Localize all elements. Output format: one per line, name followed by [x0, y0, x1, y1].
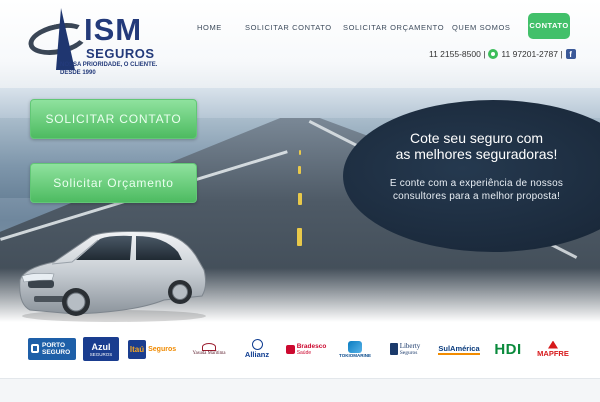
hero-banner: SOLICITAR CONTATO Solicitar Orçamento Co… — [0, 88, 600, 328]
phone-landline[interactable]: 11 2155-8500 | — [429, 49, 485, 59]
promo-subtext-line1: E conte com a experiência de nossos — [389, 178, 564, 189]
partner-yasuda-line1: Yasuda Marítima — [192, 350, 226, 356]
promo-headline-line2: as melhores seguradoras! — [395, 146, 558, 162]
bradesco-icon — [285, 344, 295, 354]
whatsapp-icon[interactable] — [488, 49, 499, 59]
partner-bradesco-line2: Saúde — [296, 349, 312, 356]
lane-marking — [297, 228, 302, 246]
partners-strip: PORTO SEGURO Azul SEGUROS Itaú Seguros Y… — [0, 328, 600, 378]
partner-liberty-line1: Liberty — [399, 342, 421, 350]
partner-porto-seguro[interactable]: PORTO SEGURO — [28, 337, 76, 361]
partner-bradesco-line1: Bradesco — [296, 342, 327, 350]
partner-allianz-line1: Allianz — [244, 350, 270, 359]
nav-home[interactable]: HOME — [197, 18, 222, 38]
partner-hdi[interactable]: HDI — [491, 337, 525, 361]
porto-seguro-badge: PORTO SEGURO — [28, 338, 76, 360]
partner-itau-line1: Itaú — [127, 339, 147, 359]
promo-subtext: E conte com a experiência de nossos cons… — [343, 177, 600, 203]
site-header: ISM SEGUROS NOSSA PRIORIDADE, O CLIENTE.… — [0, 0, 600, 88]
partner-porto-line1: PORTO — [42, 342, 65, 349]
ism-logo[interactable]: ISM SEGUROS NOSSA PRIORIDADE, O CLIENTE.… — [25, 4, 178, 84]
mapfre-icon — [548, 340, 558, 349]
azul-badge: Azul SEGUROS — [83, 337, 119, 361]
partner-azul-line1: Azul — [91, 341, 111, 352]
lane-marking — [298, 166, 301, 174]
partner-itau-seguros[interactable]: Itaú Seguros — [127, 337, 177, 361]
partner-yasuda-maritima[interactable]: Yasuda Marítima — [188, 337, 230, 361]
phone-whatsapp[interactable]: 11 97201-2787 | — [501, 49, 562, 59]
allianz-icon — [251, 339, 263, 350]
partner-porto-line2: SEGURO — [42, 349, 71, 356]
logo-since: DESDE 1990 — [60, 70, 96, 76]
promo-headline-line1: Cote seu seguro com — [409, 130, 544, 146]
partner-hdi-line1: HDI — [494, 340, 522, 358]
car-image — [19, 231, 207, 322]
lane-marking — [298, 193, 302, 205]
promo-headline: Cote seu seguro com as melhores segurado… — [343, 130, 600, 162]
logo-sub: SEGUROS — [86, 46, 155, 61]
partner-itau-line2: Seguros — [148, 345, 177, 353]
partner-allianz[interactable]: Allianz — [240, 337, 274, 361]
lane-marking — [299, 150, 301, 155]
partner-tokio-marine[interactable]: TOKIOMARINE — [336, 337, 374, 361]
partner-tokio-line1: TOKIOMARINE — [339, 352, 371, 358]
yasuda-icon — [202, 342, 216, 351]
hero-solicitar-orcamento-button[interactable]: Solicitar Orçamento — [30, 163, 197, 203]
nav-solicitar-orcamento[interactable]: SOLICITAR ORÇAMENTO — [343, 18, 444, 38]
partner-sulamerica-line1: SulAmérica — [438, 343, 480, 355]
partner-liberty-line2: Seguros — [399, 350, 418, 356]
nav-contato-button[interactable]: CONTATO — [528, 13, 570, 39]
partner-mapfre-line1: MAPFRE — [537, 348, 569, 358]
partner-sulamerica[interactable]: SulAmérica — [436, 337, 482, 361]
logo-tagline: NOSSA PRIORIDADE, O CLIENTE. — [60, 62, 158, 68]
partner-mapfre[interactable]: MAPFRE — [533, 337, 573, 361]
nav-solicitar-contato[interactable]: SOLICITAR CONTATO — [245, 18, 332, 38]
partner-bradesco-saude[interactable]: Bradesco Saúde — [283, 337, 329, 361]
partner-liberty-seguros[interactable]: Liberty Seguros — [383, 337, 427, 361]
hero-solicitar-contato-button[interactable]: SOLICITAR CONTATO — [30, 99, 197, 139]
contact-line: 11 2155-8500 | 11 97201-2787 | f — [429, 47, 576, 61]
main-nav: HOME SOLICITAR CONTATO SOLICITAR ORÇAMEN… — [0, 18, 600, 38]
promo-subtext-line2: consultores para a melhor proposta! — [392, 191, 561, 202]
partner-azul-seguros[interactable]: Azul SEGUROS — [83, 337, 119, 361]
footer-bar — [0, 378, 600, 402]
tokio-marine-icon — [348, 340, 362, 353]
facebook-icon[interactable]: f — [565, 49, 576, 59]
liberty-icon — [389, 343, 398, 355]
partner-azul-line2: SEGUROS — [89, 351, 113, 357]
porto-seguro-icon — [31, 344, 39, 353]
nav-quem-somos[interactable]: QUEM SOMOS — [452, 18, 511, 38]
